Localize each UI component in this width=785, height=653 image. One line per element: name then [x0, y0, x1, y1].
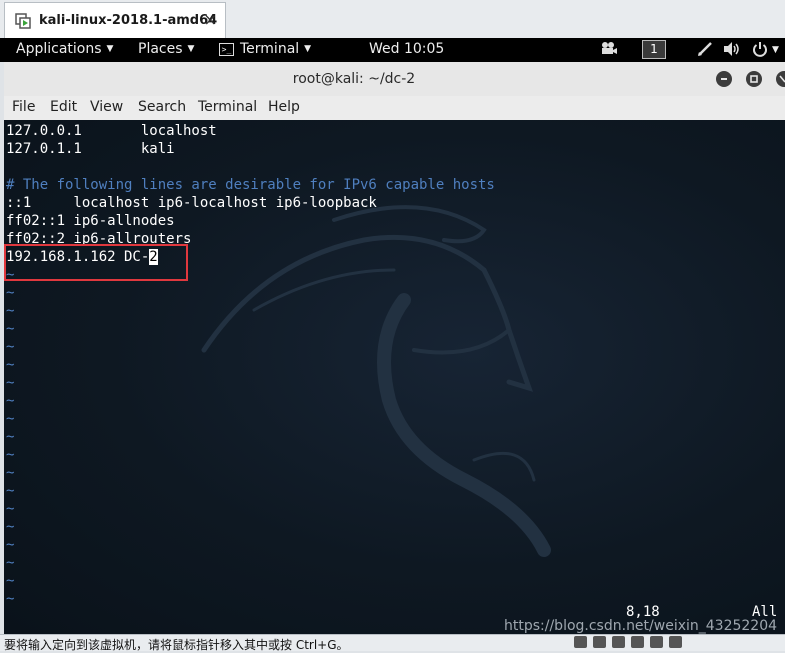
close-button[interactable]	[776, 71, 785, 87]
tilde-marker: ~	[6, 519, 15, 535]
terminal-app-menu[interactable]: >_ Terminal ▼	[219, 41, 311, 57]
vm-hint-text: 要将输入定向到该虚拟机，请将鼠标指针移入其中或按 Ctrl+G。	[4, 638, 349, 652]
highlight-box	[4, 244, 188, 281]
vm-status-bar: 要将输入定向到该虚拟机，请将鼠标指针移入其中或按 Ctrl+G。	[0, 634, 785, 652]
terminal-line: ff02::1 ip6-allnodes	[6, 213, 175, 229]
places-menu[interactable]: Places ▼	[138, 41, 194, 57]
menu-bar: File Edit View Search Terminal Help	[4, 96, 785, 120]
clock-label: Wed 10:05	[369, 41, 445, 57]
pen-icon[interactable]	[697, 41, 713, 61]
maximize-icon	[750, 75, 758, 83]
power-icon[interactable]	[752, 41, 768, 61]
tilde-marker: ~	[6, 321, 15, 337]
chevron-down-icon: ▼	[187, 44, 195, 54]
menu-view[interactable]: View	[90, 99, 123, 115]
video-icon[interactable]	[600, 41, 618, 59]
gnome-top-bar: Applications ▼ Places ▼ >_ Terminal ▼ We…	[0, 38, 785, 62]
chevron-down-icon: ▼	[304, 44, 312, 54]
workspace-indicator[interactable]: 1	[642, 40, 666, 59]
menu-search[interactable]: Search	[138, 99, 186, 115]
menu-terminal[interactable]: Terminal	[198, 99, 257, 115]
tilde-marker: ~	[6, 501, 15, 517]
tilde-marker: ~	[6, 411, 15, 427]
tilde-marker: ~	[6, 483, 15, 499]
minimize-button[interactable]	[716, 71, 732, 87]
terminal-icon: >_	[219, 42, 234, 56]
tilde-marker: ~	[6, 285, 15, 301]
terminal-line: 127.0.1.1 kali	[6, 141, 175, 157]
terminal-line: 127.0.0.1 localhost	[6, 123, 217, 139]
chevron-down-icon[interactable]: ▼	[772, 45, 779, 55]
vm-tab[interactable]: kali-linux-2018.1-amd64 ×	[4, 2, 226, 38]
display-icon[interactable]	[669, 636, 682, 648]
tilde-marker: ~	[6, 375, 15, 391]
applications-label: Applications	[16, 41, 102, 57]
tilde-marker: ~	[6, 357, 15, 373]
cdrom-icon[interactable]	[593, 636, 606, 648]
menu-file[interactable]: File	[12, 99, 35, 115]
places-label: Places	[138, 41, 183, 57]
tilde-marker: ~	[6, 339, 15, 355]
vm-device-icons	[574, 636, 682, 648]
chevron-down-icon: ▼	[106, 44, 114, 54]
applications-menu[interactable]: Applications ▼	[16, 41, 113, 57]
tilde-marker: ~	[6, 393, 15, 409]
watermark-text: https://blog.csdn.net/weixin_43252204	[504, 618, 778, 634]
tilde-marker: ~	[6, 555, 15, 571]
sound-icon[interactable]	[650, 636, 663, 648]
volume-icon[interactable]	[723, 41, 741, 61]
terminal-comment-line: # The following lines are desirable for …	[6, 177, 495, 193]
terminal-view[interactable]: 127.0.0.1 localhost 127.0.1.1 kali # The…	[4, 120, 785, 634]
terminal-window: root@kali: ~/dc-2 File Edit View Search …	[4, 62, 785, 634]
close-icon[interactable]: ×	[204, 11, 217, 29]
tilde-marker: ~	[6, 303, 15, 319]
tilde-marker: ~	[6, 537, 15, 553]
network-icon[interactable]	[612, 636, 625, 648]
hdd-icon[interactable]	[574, 636, 587, 648]
maximize-button[interactable]	[746, 71, 762, 87]
close-icon	[779, 75, 785, 83]
minimize-icon	[721, 78, 727, 80]
tilde-marker: ~	[6, 447, 15, 463]
vm-icon	[15, 12, 31, 29]
clock[interactable]: Wed 10:05	[369, 41, 444, 57]
terminal-app-label: Terminal	[240, 41, 300, 57]
window-titlebar[interactable]: root@kali: ~/dc-2	[4, 62, 785, 97]
window-title: root@kali: ~/dc-2	[292, 71, 416, 87]
tilde-marker: ~	[6, 591, 15, 607]
menu-edit[interactable]: Edit	[50, 99, 77, 115]
terminal-line: ::1 localhost ip6-localhost ip6-loopback	[6, 195, 377, 211]
tilde-marker: ~	[6, 573, 15, 589]
tilde-marker: ~	[6, 429, 15, 445]
menu-help[interactable]: Help	[268, 99, 300, 115]
vm-tab-bar: kali-linux-2018.1-amd64 ×	[0, 0, 785, 39]
vm-tab-title: kali-linux-2018.1-amd64	[39, 13, 218, 28]
usb-icon[interactable]	[631, 636, 644, 648]
tilde-marker: ~	[6, 465, 15, 481]
